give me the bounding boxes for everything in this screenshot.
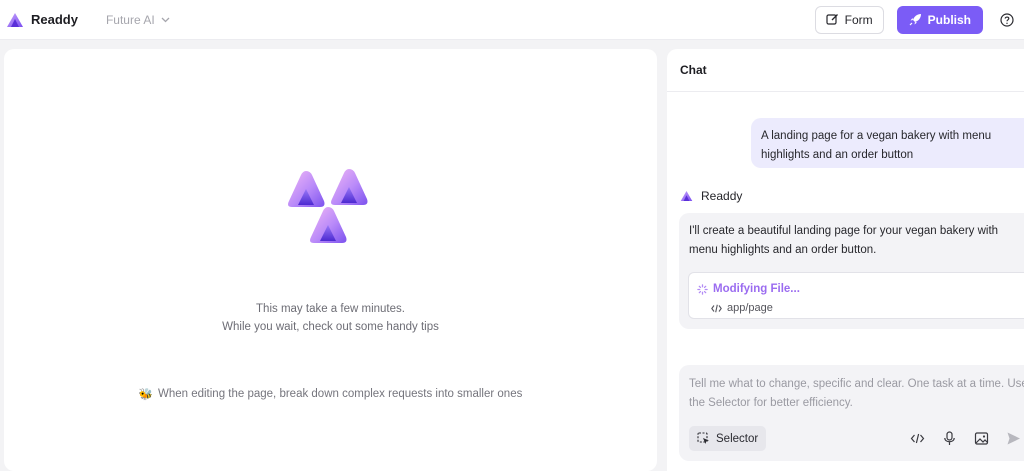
file-path-label: app/page bbox=[727, 302, 773, 314]
brand-name: Readdy bbox=[31, 12, 78, 27]
publish-button-label: Publish bbox=[927, 12, 971, 27]
assistant-message: I'll create a beautiful landing page for… bbox=[679, 213, 1024, 329]
publish-button[interactable]: Publish bbox=[896, 5, 983, 34]
chat-composer: Selector bbox=[679, 365, 1024, 461]
send-icon[interactable] bbox=[1006, 431, 1021, 446]
form-button[interactable]: Form bbox=[814, 5, 884, 34]
chat-header: Chat bbox=[667, 49, 1024, 92]
rocket-icon bbox=[909, 14, 921, 26]
edit-icon bbox=[826, 14, 838, 25]
chat-panel: Chat A landing page for a vegan bakery w… bbox=[667, 49, 1024, 471]
image-icon[interactable] bbox=[974, 431, 989, 446]
selector-button[interactable]: Selector bbox=[689, 426, 767, 451]
code-icon bbox=[711, 304, 722, 313]
preview-panel: This may take a few minutes. While you w… bbox=[4, 49, 657, 471]
spinner-icon bbox=[697, 284, 708, 295]
chat-title: Chat bbox=[680, 63, 707, 77]
readdy-logo-icon bbox=[7, 12, 23, 27]
file-path: app/page bbox=[711, 299, 773, 318]
top-bar: Readdy Future AI Form Publish bbox=[0, 0, 1024, 40]
loading-message: This may take a few minutes. bbox=[256, 303, 405, 315]
code-icon[interactable] bbox=[910, 431, 925, 446]
bee-icon: 🐝 bbox=[138, 389, 153, 401]
help-circle-icon[interactable] bbox=[1000, 12, 1014, 27]
assistant-name: Readdy bbox=[701, 189, 743, 203]
project-name: Future AI bbox=[105, 12, 155, 27]
chat-input[interactable] bbox=[689, 375, 1024, 415]
chevron-down-icon bbox=[161, 17, 170, 22]
tip-hint: 🐝 When editing the page, break down comp… bbox=[4, 387, 657, 401]
tip-text: When editing the page, break down comple… bbox=[157, 388, 523, 400]
selector-icon bbox=[697, 432, 709, 444]
brand[interactable]: Readdy bbox=[6, 12, 78, 28]
assistant-header: Readdy bbox=[680, 189, 742, 203]
project-switcher[interactable]: Future AI bbox=[106, 13, 170, 27]
loading-logo-icon bbox=[288, 169, 368, 243]
loading-submessage: While you wait, check out some handy tip… bbox=[222, 321, 439, 333]
user-message: A landing page for a vegan bakery with m… bbox=[751, 118, 1024, 168]
microphone-icon[interactable] bbox=[942, 431, 957, 446]
file-status-label: Modifying File... bbox=[713, 283, 800, 295]
assistant-message-text: I'll create a beautiful landing page for… bbox=[689, 225, 999, 256]
selector-label: Selector bbox=[716, 432, 759, 445]
file-status: Modifying File... bbox=[697, 280, 800, 299]
readdy-logo-icon bbox=[680, 190, 693, 202]
form-button-label: Form bbox=[844, 12, 873, 27]
file-status-card[interactable]: Modifying File... app/page bbox=[688, 272, 1024, 319]
